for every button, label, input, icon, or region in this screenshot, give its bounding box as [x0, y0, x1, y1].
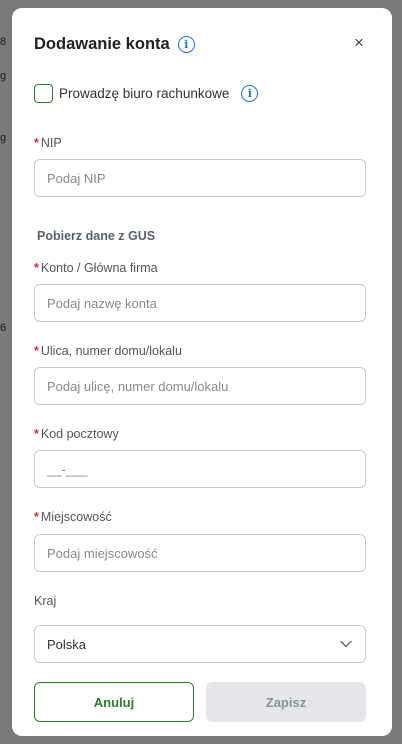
- street-input[interactable]: [34, 367, 366, 405]
- accounting-office-checkbox[interactable]: [34, 84, 53, 103]
- postal-code-label: * Kod pocztowy: [34, 427, 119, 441]
- country-select[interactable]: Polska: [34, 625, 366, 663]
- accounting-office-option: Prowadzę biuro rachunkowe i: [34, 84, 259, 103]
- background-text-fragment: 6: [0, 322, 7, 334]
- postal-code-input[interactable]: [34, 450, 366, 488]
- country-label: Kraj: [34, 594, 57, 608]
- account-label: * Konto / Główna firma: [34, 261, 158, 275]
- required-marker: *: [34, 344, 39, 358]
- chevron-down-icon: [339, 637, 353, 651]
- save-button[interactable]: Zapisz: [206, 682, 366, 722]
- nip-label: * NIP: [34, 136, 62, 150]
- required-marker: *: [34, 427, 39, 441]
- required-marker: *: [34, 510, 39, 524]
- dialog-title: Dodawanie konta: [34, 34, 170, 53]
- required-marker: *: [34, 136, 39, 150]
- country-selected-value: Polska: [47, 636, 87, 652]
- background-text-fragment: g: [0, 132, 7, 144]
- close-icon[interactable]: ×: [348, 32, 370, 54]
- accounting-office-label[interactable]: Prowadzę biuro rachunkowe: [59, 86, 229, 101]
- nip-label-text: NIP: [40, 136, 62, 150]
- nip-input[interactable]: [34, 159, 366, 197]
- account-name-input[interactable]: [34, 284, 366, 322]
- street-label: * Ulica, numer domu/lokalu: [34, 344, 182, 358]
- street-label-text: Ulica, numer domu/lokalu: [40, 344, 182, 358]
- background-text-fragment: g: [0, 70, 7, 82]
- dialog-header: Dodawanie konta i ×: [34, 33, 370, 55]
- cancel-button[interactable]: Anuluj: [34, 682, 194, 722]
- add-account-dialog: Dodawanie konta i × Prowadzę biuro rachu…: [12, 8, 392, 736]
- info-icon[interactable]: i: [241, 85, 259, 102]
- background-text-fragment: 8: [0, 36, 7, 48]
- fetch-from-gus-link[interactable]: Pobierz dane z GUS: [37, 229, 155, 243]
- city-label: * Miejscowość: [34, 510, 112, 524]
- city-label-text: Miejscowość: [40, 510, 112, 524]
- postal-code-label-text: Kod pocztowy: [40, 427, 119, 441]
- account-label-text: Konto / Główna firma: [40, 261, 158, 275]
- city-input[interactable]: [34, 534, 366, 572]
- required-marker: *: [34, 261, 39, 275]
- info-icon[interactable]: i: [177, 35, 195, 53]
